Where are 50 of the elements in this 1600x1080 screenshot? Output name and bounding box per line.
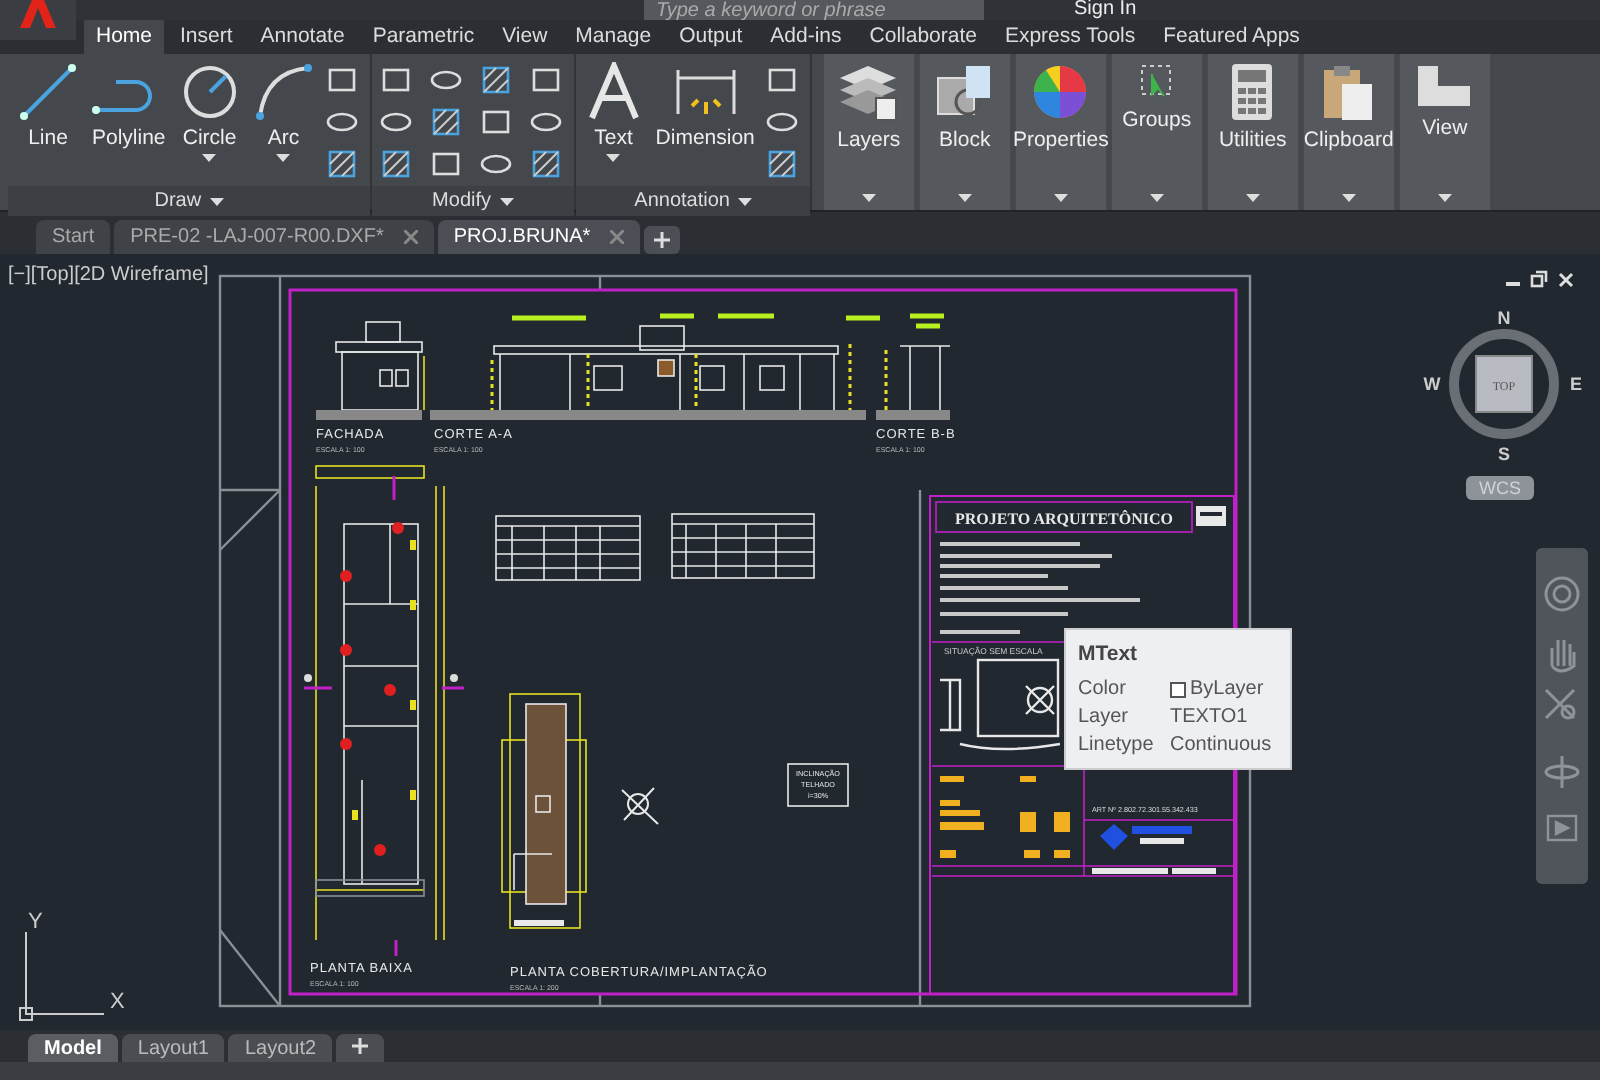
ribbon-tab[interactable]: Manage xyxy=(563,20,664,54)
axis-label: Y xyxy=(28,910,43,934)
ribbon-tab[interactable]: Home xyxy=(84,20,165,54)
ribbon-tab[interactable]: Express Tools xyxy=(992,20,1148,54)
ribbon-panel-button[interactable]: Groups xyxy=(1111,54,1202,210)
compass-label[interactable]: W xyxy=(1423,374,1441,394)
ribbon-tool[interactable]: Dimension xyxy=(651,58,759,154)
property-value: Continuous xyxy=(1170,734,1272,756)
search-field[interactable]: Type a keyword or phrase xyxy=(644,0,984,20)
ribbon-tool[interactable]: Polyline xyxy=(88,58,170,154)
layout-tab[interactable]: Layout1 xyxy=(121,1034,225,1062)
property-value: ByLayer xyxy=(1190,678,1264,700)
ribbon-tab[interactable]: Add-ins xyxy=(758,20,854,54)
ribbon-tab[interactable]: Output xyxy=(667,20,755,54)
ribbon-tool[interactable]: Circle xyxy=(175,58,244,166)
panel-title[interactable]: Draw xyxy=(8,186,370,216)
ribbon-panel-button[interactable]: Utilities xyxy=(1207,54,1298,210)
property-value: TEXTO1 xyxy=(1170,706,1248,728)
layout-tab[interactable]: Layout2 xyxy=(228,1034,333,1062)
viewport-label[interactable]: [−][Top][2D Wireframe] xyxy=(8,264,209,286)
property-label: Color xyxy=(1078,678,1128,700)
file-tab[interactable]: Start xyxy=(36,220,111,254)
panel-title[interactable]: Annotation xyxy=(575,186,811,216)
compass-label[interactable]: N xyxy=(1497,308,1511,328)
ribbon-tool[interactable]: Line xyxy=(14,58,82,154)
compass-label[interactable]: E xyxy=(1570,374,1582,394)
sign-in-link[interactable]: Sign In xyxy=(1074,0,1137,20)
axis-label: X xyxy=(110,990,125,1014)
title-block-heading: PROJETO ARQUITETÔNICO xyxy=(955,510,1173,528)
ribbon-tab[interactable]: Collaborate xyxy=(857,20,989,54)
panel-title[interactable]: Modify xyxy=(371,186,574,216)
property-label: Layer xyxy=(1078,706,1131,728)
ribbon-panel-button[interactable]: Clipboard xyxy=(1303,54,1394,210)
ribbon-tool[interactable]: Text xyxy=(581,58,646,166)
ribbon-tab[interactable]: Annotate xyxy=(248,20,357,54)
tooltip-title: MText xyxy=(1078,642,1140,666)
ribbon-tab[interactable]: View xyxy=(490,20,560,54)
property-label: Linetype xyxy=(1078,734,1156,756)
ribbon-tool[interactable]: Arc xyxy=(249,58,318,166)
ribbon-panel-button[interactable]: Properties xyxy=(1015,54,1106,210)
ribbon-panel-button[interactable]: View xyxy=(1399,54,1490,210)
ribbon-panel-button[interactable]: Layers xyxy=(823,54,914,210)
layout-tab[interactable]: Model xyxy=(28,1034,118,1062)
compass-label[interactable]: S xyxy=(1498,444,1510,464)
ribbon-panel-button[interactable]: Block xyxy=(919,54,1010,210)
file-tab[interactable]: PRE-02 -LAJ-007-R00.DXF* xyxy=(114,220,434,254)
file-tab[interactable]: PROJ.BRUNA* xyxy=(437,220,641,254)
ribbon-tab[interactable]: Insert xyxy=(168,20,245,54)
ribbon-tab[interactable]: Parametric xyxy=(360,20,487,54)
ribbon-tab[interactable]: Featured Apps xyxy=(1151,20,1312,54)
